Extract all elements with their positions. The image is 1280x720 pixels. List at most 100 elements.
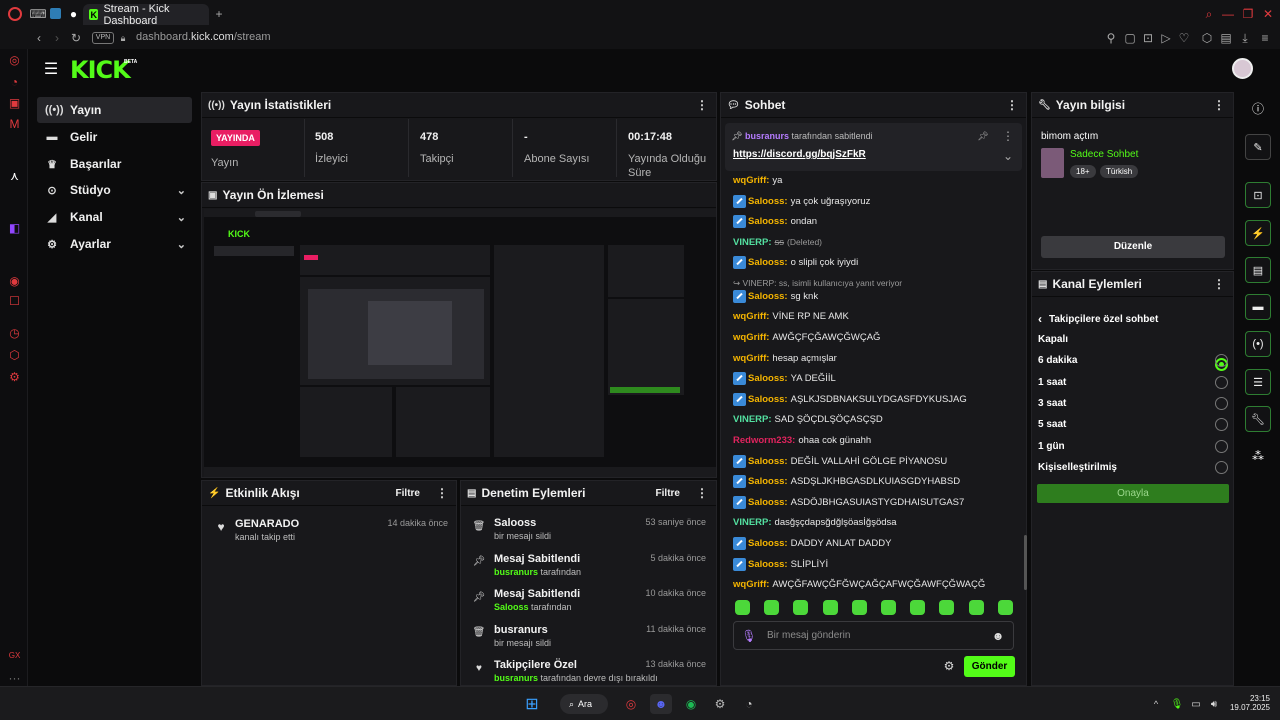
steam-taskbar-icon[interactable]: ⚙ xyxy=(709,694,731,714)
chat-message[interactable]: wqGriff: ya xyxy=(733,172,782,189)
chat-username[interactable]: Salooss: xyxy=(748,559,788,570)
close-icon[interactable]: ✕ xyxy=(1261,7,1275,21)
discord-taskbar-icon[interactable]: ☻ xyxy=(650,694,672,714)
emote-icon[interactable] xyxy=(793,600,809,615)
emote-icon[interactable] xyxy=(910,600,926,615)
category-name[interactable]: Sadece Sohbet xyxy=(1070,149,1138,160)
chat-message[interactable]: Salooss: ya çok uğraşıyoruz xyxy=(733,193,870,210)
more-options-icon[interactable]: ⋮ xyxy=(1213,277,1225,291)
chat-message[interactable]: VINERP: ss (Deleted) xyxy=(733,234,822,251)
sidebar-item-basarilar[interactable]: ♛ Başarılar xyxy=(37,151,192,177)
avatar[interactable] xyxy=(1232,58,1253,79)
moderation-filter-button[interactable]: Filtre xyxy=(656,488,680,499)
tab-favicon-icon[interactable] xyxy=(50,8,61,19)
document-tool-icon[interactable]: ▤ xyxy=(1245,257,1271,283)
apps-icon[interactable]: ⁂ xyxy=(1251,449,1265,463)
discord-sidebar-icon[interactable]: ☐ xyxy=(8,294,21,308)
emote-icon[interactable] xyxy=(851,600,867,615)
flow-icon[interactable]: ⬡ xyxy=(8,348,21,362)
sidebar-item-studyo[interactable]: ⊙ Stüdyo ⌄ xyxy=(37,177,192,203)
chat-message[interactable]: Salooss: o slipli çok iyiydi xyxy=(733,254,858,271)
chat-message[interactable]: Redworm233: ohaa cok günahh xyxy=(733,432,871,449)
pin-tab-icon[interactable]: ● xyxy=(68,7,79,21)
pin-icon[interactable]: ⚲ xyxy=(1105,31,1117,45)
hamburger-menu-icon[interactable]: ☰ xyxy=(42,61,60,78)
sidebar-item-kanal[interactable]: ◢ Kanal ⌄ xyxy=(37,204,192,230)
chat-username[interactable]: Salooss: xyxy=(748,538,788,549)
followers-only-back[interactable]: ‹ Takipçilere özel sohbet xyxy=(1038,312,1158,326)
chat-message[interactable]: Salooss: ASDŞLJKHBGASDLKUIASGDYHABSD xyxy=(733,473,960,490)
tab-kick-dashboard[interactable]: K Stream - Kick Dashboard xyxy=(83,3,209,27)
chat-message[interactable]: wqGriff: VİNE RP NE AMK xyxy=(733,308,849,325)
search-tabs-icon[interactable]: ⌕ xyxy=(1203,7,1215,21)
stream-preview-video[interactable]: KICK xyxy=(204,209,716,477)
chat-message[interactable]: wqGriff: hesap açmışlar xyxy=(733,350,837,367)
chat-tool-icon[interactable]: ▬ xyxy=(1245,294,1271,320)
menu-icon[interactable]: ≡ xyxy=(1259,31,1271,45)
more-icon[interactable]: ··· xyxy=(8,671,21,685)
download-icon[interactable]: ⤓ xyxy=(1239,31,1251,45)
emote-icon[interactable] xyxy=(735,600,750,615)
moderation-user[interactable]: busranurs xyxy=(494,673,541,683)
option-radio[interactable] xyxy=(1215,396,1228,410)
chat-username[interactable]: VINERP: xyxy=(733,414,772,425)
emote-icon[interactable] xyxy=(822,600,838,615)
moderation-user[interactable]: Salooss xyxy=(494,602,531,612)
kick-logo[interactable]: KICK xyxy=(70,56,131,84)
chat-message[interactable]: Salooss: DEĞİL VALLAHİ GÖLGE PİYANOSU xyxy=(733,453,947,470)
player-icon[interactable]: ▷ xyxy=(1160,31,1172,45)
emote-icon[interactable] xyxy=(968,600,984,615)
confirm-button[interactable]: Onayla xyxy=(1037,484,1229,503)
snapshot-icon[interactable]: ▢ xyxy=(1124,31,1136,45)
chat-username[interactable]: wqGriff: xyxy=(733,175,769,186)
emote-icon[interactable] xyxy=(881,600,896,615)
chat-message[interactable]: Salooss: DADDY ANLAT DADDY xyxy=(733,535,891,552)
chat-scrollbar[interactable] xyxy=(1024,535,1027,590)
heart-icon[interactable]: ♡ xyxy=(1178,31,1190,45)
opera-gx-taskbar-icon[interactable]: ◎ xyxy=(620,694,642,714)
opera-logo-icon[interactable] xyxy=(8,7,22,21)
chevron-down-icon[interactable]: ⌄ xyxy=(1003,149,1013,163)
spotify-taskbar-icon[interactable]: ◉ xyxy=(680,694,702,714)
send-button[interactable]: Gönder xyxy=(964,656,1015,677)
option-radio[interactable] xyxy=(1215,439,1228,453)
sidebar-item-gelir[interactable]: ▬ Gelir xyxy=(37,124,192,150)
chat-username[interactable]: Salooss: xyxy=(748,257,788,268)
chat-username[interactable]: Salooss: xyxy=(748,373,788,384)
back-icon[interactable]: ‹ xyxy=(33,31,45,45)
screenshot-tool-icon[interactable]: ⊡ xyxy=(1245,182,1271,208)
more-options-icon[interactable]: ⋮ xyxy=(1002,129,1014,143)
wallet-icon[interactable]: ▤ xyxy=(1220,31,1232,45)
broadcast-tool-icon[interactable]: (•) xyxy=(1245,331,1271,357)
chat-username[interactable]: Salooss: xyxy=(748,196,788,207)
chat-message[interactable]: Salooss: YA DEĞİİL xyxy=(733,370,836,387)
chat-username[interactable]: Salooss: xyxy=(748,394,788,405)
chat-username[interactable]: wqGriff: xyxy=(733,332,769,343)
pinned-message[interactable]: 📌︎ busranurs tarafından sabitlendi 📌︎ ⋮ … xyxy=(725,123,1022,171)
player-sidebar-icon[interactable]: ◉ xyxy=(8,274,21,288)
sidebar-item-yayin[interactable]: ((•)) Yayın xyxy=(37,97,192,123)
activity-filter-button[interactable]: Filtre xyxy=(396,488,420,499)
gx-icon[interactable]: ⌨ xyxy=(29,7,46,21)
option-radio[interactable] xyxy=(1215,418,1228,432)
category-thumbnail[interactable] xyxy=(1041,148,1064,178)
pinned-link[interactable]: https://discord.gg/bqjSzFkR xyxy=(733,149,866,160)
chat-username[interactable]: wqGriff: xyxy=(733,353,769,364)
option-radio[interactable] xyxy=(1215,460,1228,474)
maximize-icon[interactable]: ❐ xyxy=(1241,7,1255,21)
reload-icon[interactable]: ↻ xyxy=(70,31,82,45)
activity-user[interactable]: GENARADO xyxy=(235,518,299,530)
clock[interactable]: 23:15 19.07.2025 xyxy=(1226,694,1270,712)
emoji-icon[interactable]: ☻ xyxy=(992,629,1005,643)
more-options-icon[interactable]: ⋮ xyxy=(436,486,448,500)
more-options-icon[interactable]: ⋮ xyxy=(1006,98,1018,112)
unpin-icon[interactable]: 📌︎ xyxy=(977,130,988,142)
speed-dial-icon[interactable]: ◎ xyxy=(8,53,21,67)
messenger-icon[interactable]: M xyxy=(8,117,21,131)
chat-message[interactable]: VINERP: SAD ŞÖÇDLŞÖÇASÇŞD xyxy=(733,411,883,428)
crop-icon[interactable]: ⊡ xyxy=(1142,31,1154,45)
moderation-user[interactable]: busranurs xyxy=(494,567,541,577)
emote-icon[interactable] xyxy=(939,600,955,615)
gx-corner-icon[interactable]: ▣ xyxy=(8,96,21,110)
chat-message[interactable]: Salooss: ASDÖJBHGASUIASTYGDHAISUTGAS7 xyxy=(733,494,964,511)
